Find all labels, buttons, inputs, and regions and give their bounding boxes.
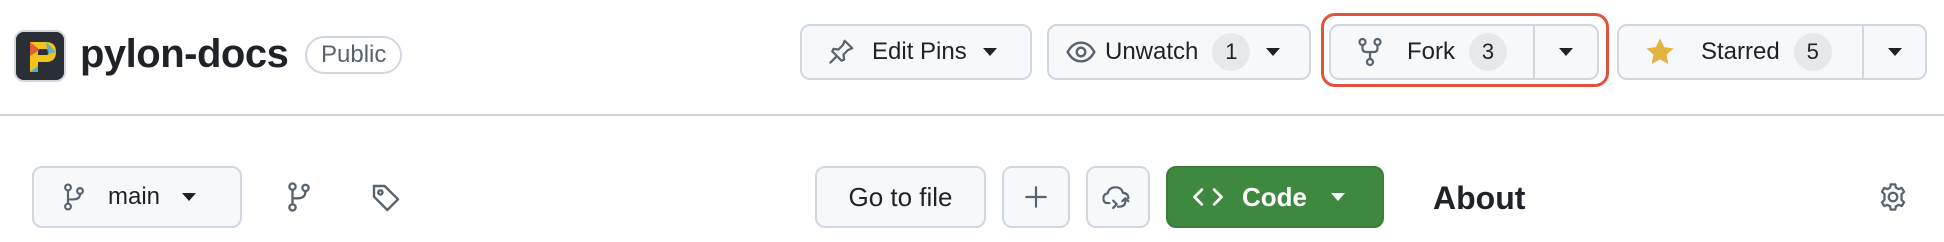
repo-header: pylon-docs Public Edit Pins Unwatch 1 Fo… bbox=[0, 0, 1944, 116]
unwatch-button[interactable]: Unwatch 1 bbox=[1047, 24, 1311, 80]
visibility-badge: Public bbox=[305, 36, 403, 74]
star-icon bbox=[1643, 35, 1677, 69]
tag-icon[interactable] bbox=[370, 182, 402, 219]
starred-button[interactable]: Starred 5 bbox=[1619, 26, 1862, 78]
plus-icon bbox=[1023, 184, 1049, 210]
chevron-down-icon bbox=[1331, 193, 1345, 201]
watchers-count: 1 bbox=[1212, 33, 1251, 71]
branch-select-button[interactable]: main bbox=[32, 166, 242, 228]
cloud-sync-icon bbox=[1101, 182, 1135, 212]
go-to-file-label: Go to file bbox=[848, 181, 953, 212]
starred-label: Starred bbox=[1701, 38, 1780, 65]
branches-icon[interactable] bbox=[286, 181, 312, 218]
codespaces-button[interactable] bbox=[1086, 166, 1150, 228]
gear-icon[interactable] bbox=[1877, 181, 1909, 218]
chevron-down-icon bbox=[182, 193, 197, 201]
chevron-down-icon[interactable] bbox=[982, 48, 997, 56]
chevron-down-icon[interactable] bbox=[1266, 48, 1281, 56]
starred-button-group: Starred 5 bbox=[1617, 24, 1927, 80]
chevron-down-icon bbox=[1887, 48, 1902, 56]
edit-pins-label: Edit Pins bbox=[872, 38, 967, 65]
code-label: Code bbox=[1242, 181, 1307, 212]
branch-icon bbox=[62, 182, 86, 212]
eye-icon bbox=[1065, 36, 1097, 68]
pin-icon bbox=[826, 37, 856, 67]
fork-highlight-outline bbox=[1321, 13, 1609, 87]
stars-count: 5 bbox=[1793, 33, 1832, 71]
edit-pins-button[interactable]: Edit Pins bbox=[800, 24, 1032, 80]
code-button[interactable]: Code bbox=[1166, 166, 1384, 228]
branch-label: main bbox=[108, 183, 161, 210]
repo-name[interactable]: pylon-docs bbox=[80, 28, 289, 80]
code-brackets-icon bbox=[1192, 184, 1224, 210]
go-to-file-button[interactable]: Go to file bbox=[815, 166, 986, 228]
starred-dropdown-button[interactable] bbox=[1864, 26, 1925, 78]
about-heading: About bbox=[1433, 180, 1526, 216]
repo-logo bbox=[14, 30, 66, 82]
add-file-button[interactable] bbox=[1002, 166, 1070, 228]
unwatch-label: Unwatch bbox=[1105, 38, 1199, 65]
